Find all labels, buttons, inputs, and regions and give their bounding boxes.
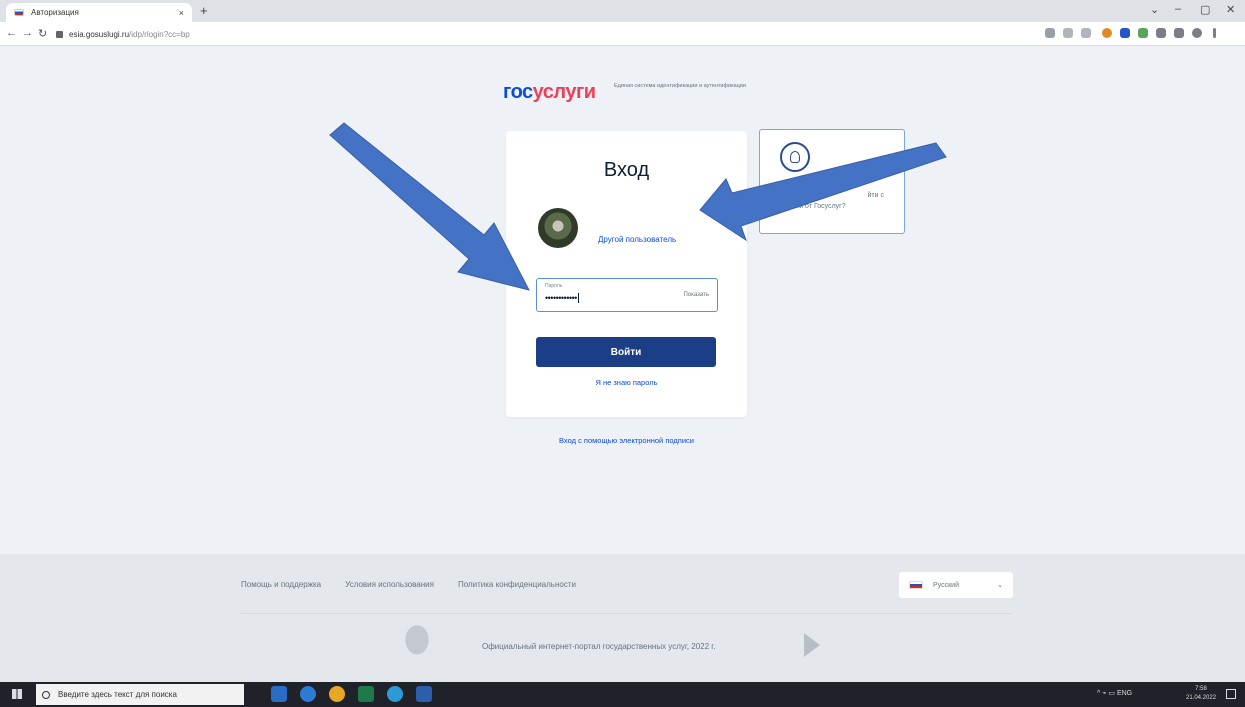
extension-icon[interactable]: [1138, 28, 1148, 38]
taskbar: Введите здесь текст для поиска ^ ⌁ ▭ ENG…: [0, 682, 1245, 707]
lightbulb-icon: [780, 142, 810, 172]
new-tab-button[interactable]: +: [200, 3, 208, 18]
rostelecom-logo-icon: [804, 633, 820, 657]
password-field[interactable]: Пароль •••••••••••• Показать: [536, 278, 718, 312]
page: госуслуги Единая система идентификации и…: [0, 47, 1245, 682]
hint-text: паролем от Госуслуг?: [775, 203, 846, 210]
taskbar-search-placeholder: Введите здесь текст для поиска: [58, 690, 177, 699]
footer-divider: [241, 613, 1013, 614]
profile-icon[interactable]: [1192, 28, 1202, 38]
close-window-button[interactable]: ✕: [1226, 3, 1235, 16]
emblem-icon: [397, 623, 437, 665]
chevron-down-icon: ⌄: [997, 582, 1003, 589]
browser-toolbar: ← → ↻ esia.gosuslugi.ru /idp/rlogin?cc=b…: [0, 22, 1245, 46]
browser-tabbar: Авторизация × + ⌄ – ▢ ✕: [0, 0, 1245, 22]
login-card: Вход Другой пользователь Пароль ••••••••…: [506, 131, 747, 417]
star-icon[interactable]: [1081, 28, 1091, 38]
password-label: Пароль: [545, 283, 563, 289]
tray-icons[interactable]: ^ ⌁ ▭ ENG: [1097, 689, 1132, 697]
edge-icon[interactable]: [300, 686, 316, 702]
app-icon[interactable]: [271, 686, 287, 702]
tab-search-icon[interactable]: ⌄: [1150, 3, 1159, 16]
gosuslugi-logo[interactable]: госуслуги: [503, 81, 596, 104]
app-icon[interactable]: [387, 686, 403, 702]
url-path: /idp/rlogin?cc=bp: [129, 29, 190, 39]
russia-flag-icon: [909, 581, 923, 589]
clock[interactable]: 7:58 21.04.2022: [1186, 685, 1216, 703]
esignature-login-link[interactable]: Вход с помощью электронной подписи: [506, 436, 747, 445]
forward-icon[interactable]: →: [22, 27, 33, 39]
support-link[interactable]: Помощь и поддержка: [241, 580, 321, 589]
footer-links: Помощь и поддержка Условия использования…: [241, 580, 576, 589]
maximize-button[interactable]: ▢: [1200, 3, 1210, 16]
tab-close-icon[interactable]: ×: [179, 8, 184, 18]
reload-icon[interactable]: ↻: [38, 27, 47, 40]
lock-icon: [56, 30, 63, 38]
windows-start-icon[interactable]: [12, 689, 22, 699]
language-select[interactable]: Русский ⌄: [899, 572, 1013, 598]
key-icon[interactable]: [1045, 28, 1055, 38]
search-icon: [42, 690, 50, 699]
puzzle-icon[interactable]: [1156, 28, 1166, 38]
notification-icon[interactable]: [1226, 689, 1236, 699]
sidebar-icon[interactable]: [1174, 28, 1184, 38]
extension-icon[interactable]: [1102, 28, 1112, 38]
excel-icon[interactable]: [358, 686, 374, 702]
browser-tab[interactable]: Авторизация ×: [6, 3, 192, 22]
chrome-icon[interactable]: [329, 686, 345, 702]
hint-card[interactable]: йти с паролем от Госуслуг?: [759, 129, 905, 234]
language-label: Русский: [933, 581, 959, 589]
share-icon[interactable]: [1063, 28, 1073, 38]
logo-subtitle: Единая система идентификации и аутентифи…: [614, 83, 746, 89]
word-icon[interactable]: [416, 686, 432, 702]
hint-text: йти с: [867, 192, 884, 199]
taskbar-search[interactable]: Введите здесь текст для поиска: [36, 684, 244, 705]
show-password-button[interactable]: Показать: [683, 292, 709, 298]
clock-time: 7:58: [1195, 686, 1207, 692]
back-icon[interactable]: ←: [6, 27, 17, 39]
password-value: ••••••••••••: [545, 293, 579, 303]
minimize-button[interactable]: –: [1175, 3, 1181, 15]
address-bar[interactable]: esia.gosuslugi.ru /idp/rlogin?cc=bp: [56, 26, 1026, 42]
other-user-link[interactable]: Другой пользователь: [598, 235, 676, 244]
tab-title: Авторизация: [31, 8, 79, 17]
footer: Помощь и поддержка Условия использования…: [0, 554, 1245, 682]
terms-link[interactable]: Условия использования: [345, 580, 434, 589]
url-host: esia.gosuslugi.ru: [69, 29, 130, 39]
menu-icon[interactable]: [1213, 28, 1216, 38]
avatar: [538, 208, 578, 248]
page-title: Вход: [603, 159, 650, 181]
privacy-link[interactable]: Политика конфиденциальности: [458, 580, 576, 589]
arrow-to-password-icon: [329, 122, 530, 291]
login-button[interactable]: Войти: [536, 337, 716, 367]
favicon-icon: [14, 9, 24, 16]
clock-date: 21.04.2022: [1186, 695, 1217, 701]
copyright: Официальный интернет-портал государствен…: [482, 642, 716, 651]
forgot-password-link[interactable]: Я не знаю пароль: [506, 378, 747, 387]
flag-extension-icon[interactable]: [1120, 28, 1130, 38]
